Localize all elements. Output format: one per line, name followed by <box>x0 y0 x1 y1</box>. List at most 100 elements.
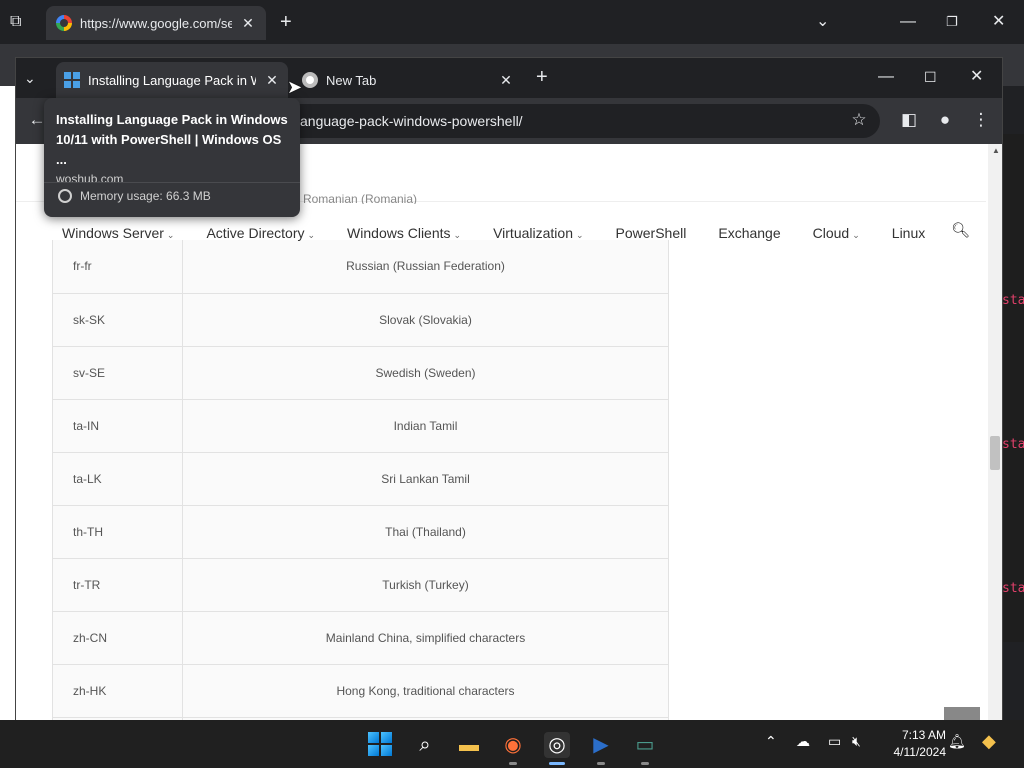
chevron-up-icon[interactable]: ⌃ <box>765 733 777 750</box>
menu-kebab-icon[interactable]: ⋮ <box>970 110 992 130</box>
background-tab-google[interactable]: https://www.google.com/search ✕ <box>46 6 266 40</box>
table-row: sv-SE Swedish (Sweden) <box>52 346 669 400</box>
nav-item-label: Cloud <box>812 225 850 241</box>
scroll-up-arrow-icon[interactable]: ▲ <box>992 146 1000 155</box>
language-name-cell: Hong Kong, traditional characters <box>182 664 669 718</box>
language-code-cell: ta-IN <box>52 399 183 453</box>
url-text: anguage-pack-windows-powershell/ <box>300 113 523 129</box>
hover-card-domain: woshub.com <box>56 172 124 186</box>
minimize-icon[interactable]: — <box>878 67 894 87</box>
running-indicator <box>641 762 649 765</box>
chevron-down-icon: ⌄ <box>852 230 860 240</box>
nav-item[interactable]: Cloud ⌄ <box>797 225 876 241</box>
language-code-cell: tr-TR <box>52 558 183 612</box>
restore-icon[interactable]: ❐ <box>946 12 958 32</box>
table-row: sk-SK Slovak (Slovakia) <box>52 293 669 347</box>
close-tab-icon[interactable]: ✕ <box>264 72 280 89</box>
chevron-down-icon[interactable]: ⌄ <box>816 12 829 32</box>
tab-search-icon[interactable]: ⧉ <box>10 12 21 32</box>
tab-title: Installing Language Pack in Windows <box>88 72 256 88</box>
table-row: ta-LK Sri Lankan Tamil <box>52 452 669 506</box>
gauge-icon <box>58 189 72 203</box>
chevron-down-icon: ⌄ <box>453 230 462 240</box>
search-icon[interactable]: 🔍︎ <box>951 221 970 239</box>
tab-installing-language-pack[interactable]: Installing Language Pack in Windows ✕ <box>56 62 288 98</box>
running-indicator <box>509 762 517 765</box>
nav-item-label: Windows Clients <box>347 225 451 241</box>
nav-item[interactable]: Exchange <box>702 225 796 241</box>
nav-item[interactable]: Active Directory ⌄ <box>190 225 331 241</box>
nav-item[interactable]: Windows Clients ⌄ <box>331 225 477 241</box>
system-clock[interactable]: 7:13 AM 4/11/2024 <box>876 727 947 761</box>
nav-item[interactable]: Virtualization ⌄ <box>477 225 599 241</box>
tab-list-chevron-icon[interactable]: ⌄ <box>24 68 36 88</box>
copilot-icon[interactable]: ◆ <box>982 731 996 752</box>
terminal-window <box>1002 134 1024 642</box>
site-nav: Windows Server ⌄ Active Directory ⌄ Windows … <box>46 218 986 248</box>
language-code-cell: zh-HK <box>52 664 183 718</box>
mouse-cursor-icon: ➤ <box>287 77 303 97</box>
terminal-text: sta <box>1002 581 1024 596</box>
scrollbar-thumb[interactable] <box>990 436 1000 470</box>
maximize-icon[interactable]: ☐ <box>924 67 937 87</box>
close-window-icon[interactable]: ✕ <box>970 67 983 87</box>
web-page: Romanian (Romania) fr-fr Russian (Russian… <box>16 144 1002 720</box>
language-code-cell: zh-CN <box>52 611 183 665</box>
new-tab-icon[interactable]: + <box>536 67 548 87</box>
hover-card-title: Installing Language Pack in Windows 10/1… <box>56 112 288 167</box>
nav-item[interactable]: PowerShell <box>600 225 703 241</box>
close-tab-icon[interactable]: ✕ <box>498 72 514 89</box>
file-explorer-icon[interactable]: ▬ <box>456 732 482 758</box>
background-tab-title: https://www.google.com/search <box>80 15 232 31</box>
back-to-top-button[interactable] <box>944 707 980 720</box>
firefox-icon[interactable]: ◉ <box>500 732 526 758</box>
table-row: th-TH Thai (Thailand) <box>52 505 669 559</box>
search-icon[interactable]: ⌕ <box>412 732 438 758</box>
table-row: zh-HK Hong Kong, traditional characters <box>52 664 669 718</box>
chevron-down-icon: ⌄ <box>307 230 316 240</box>
powershell-icon[interactable]: ▶ <box>588 732 614 758</box>
minimize-icon[interactable]: — <box>900 12 916 32</box>
start-button[interactable] <box>368 732 394 758</box>
language-name-cell: Swedish (Sweden) <box>182 346 669 400</box>
google-icon <box>56 15 72 31</box>
windows-logo-icon <box>64 72 80 88</box>
tab-hover-card: Installing Language Pack in Windows 10/1… <box>44 98 300 217</box>
language-name-cell: Slovak (Slovakia) <box>182 293 669 347</box>
network-icon[interactable]: ▭ <box>828 733 841 750</box>
side-panel-icon[interactable]: ◧ <box>898 110 920 130</box>
tab-new-tab[interactable]: New Tab ✕ <box>294 62 522 98</box>
bookmark-star-icon[interactable]: ☆ <box>848 110 870 130</box>
chevron-down-icon: ⌄ <box>575 230 584 240</box>
nav-item[interactable]: Windows Server ⌄ <box>46 225 190 241</box>
clock-time: 7:13 AM <box>901 728 946 742</box>
language-name-cell: Turkish (Turkey) <box>182 558 669 612</box>
notification-bell-icon[interactable]: 🔔︎ <box>948 733 966 750</box>
close-window-icon[interactable]: ✕ <box>992 12 1005 32</box>
memory-usage: Memory usage: 66.3 MB <box>58 189 211 203</box>
language-name-cell: Mainland China, simplified characters <box>182 611 669 665</box>
new-tab-icon[interactable]: + <box>280 12 292 32</box>
scrollbar[interactable] <box>988 144 1002 720</box>
taskbar: ⌕ ▬ ◉ ◎ ▶ ▭ <box>0 720 1024 768</box>
onedrive-icon[interactable]: ☁ <box>796 733 810 750</box>
language-name-cell: Indian Tamil <box>182 399 669 453</box>
nav-item[interactable]: Linux <box>876 225 941 241</box>
language-table: fr-fr Russian (Russian Federation) sk-SK Sl… <box>52 240 669 720</box>
table-row: ta-IN Indian Tamil <box>52 399 669 453</box>
nav-item-label: Virtualization <box>493 225 573 241</box>
nav-item-label: Linux <box>891 225 926 241</box>
language-code-cell: ta-LK <box>52 452 183 506</box>
terminal-text: sta <box>1002 293 1024 308</box>
close-icon[interactable]: ✕ <box>240 15 256 32</box>
chrome-icon[interactable]: ◎ <box>544 732 570 758</box>
windows-start-icon <box>368 732 394 756</box>
remote-desktop-icon[interactable]: ▭ <box>632 732 658 758</box>
terminal-text: sta <box>1002 437 1024 452</box>
running-indicator <box>597 762 605 765</box>
divider <box>44 182 300 183</box>
volume-icon[interactable]: 🔇︎ <box>852 733 861 750</box>
background-page <box>0 86 15 720</box>
profile-icon[interactable]: ● <box>934 110 956 130</box>
language-name-cell: Sri Lankan Tamil <box>182 452 669 506</box>
